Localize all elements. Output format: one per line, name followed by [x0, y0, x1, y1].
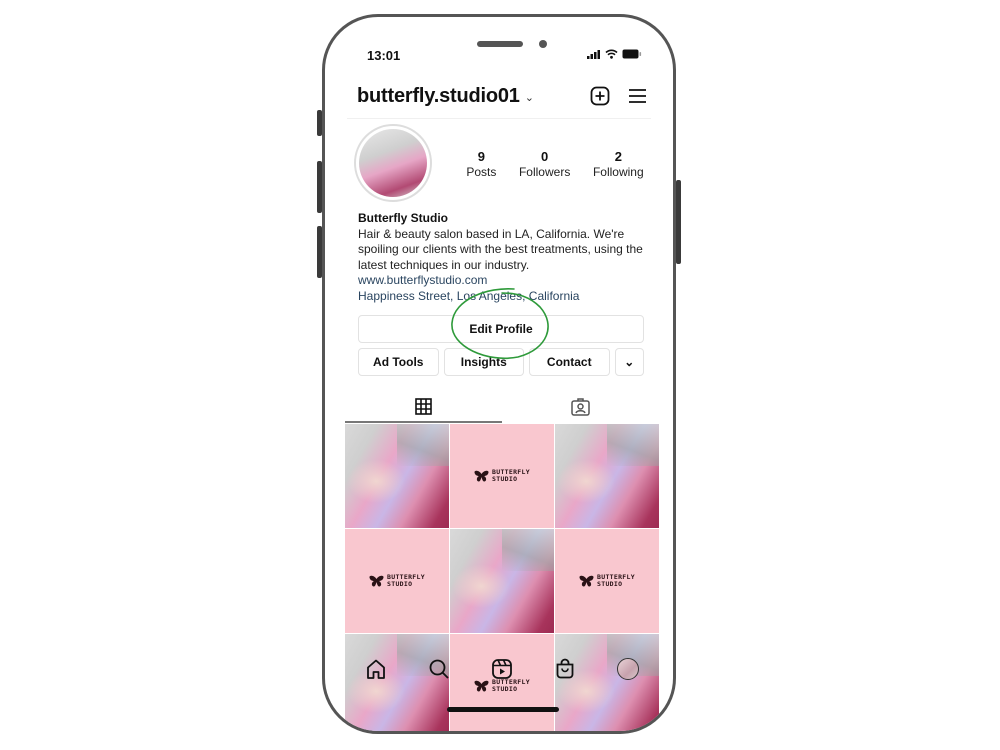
- stat-posts[interactable]: 9 Posts: [466, 149, 496, 179]
- username[interactable]: butterfly.studio01: [357, 85, 520, 108]
- display-name: Butterfly Studio: [358, 211, 448, 225]
- bio-text: Hair & beauty salon based in LA, Califor…: [358, 226, 643, 272]
- post-thumbnail-logo[interactable]: BUTTERFLY STUDIO: [345, 529, 449, 633]
- post-thumbnail-photo[interactable]: [450, 529, 554, 633]
- logo-text: BUTTERFLY STUDIO: [492, 469, 530, 483]
- front-camera: [539, 40, 547, 48]
- logo-line2: STUDIO: [492, 685, 518, 693]
- avatar-image: [359, 129, 427, 197]
- post-grid: BUTTERFLY STUDIO BUTTERFLY STUDIO BUTTERFLY S…: [345, 424, 659, 731]
- header-divider: [347, 118, 651, 119]
- grid-icon: [415, 397, 432, 415]
- ad-tools-button[interactable]: Ad Tools: [358, 348, 439, 376]
- signal-icon: [587, 49, 600, 59]
- butterfly-logo: BUTTERFLY STUDIO: [369, 574, 425, 588]
- search-icon[interactable]: [428, 658, 450, 680]
- stat-label: Posts: [466, 165, 497, 179]
- profile-avatar[interactable]: [354, 124, 432, 202]
- stat-label: Following: [592, 165, 644, 179]
- butterfly-icon: [474, 470, 489, 482]
- status-time: 13:01: [367, 48, 401, 63]
- more-options-chevron-icon[interactable]: ⌄: [614, 348, 644, 376]
- tagged-tab[interactable]: [502, 391, 659, 423]
- logo-text: BUTTERFLY STUDIO: [387, 574, 425, 588]
- butterfly-icon: [369, 575, 384, 587]
- insights-button[interactable]: Insights: [443, 348, 524, 376]
- stat-following[interactable]: 2 Following: [593, 149, 644, 179]
- speaker-grille: [477, 41, 523, 47]
- butterfly-logo: BUTTERFLY STUDIO: [579, 574, 635, 588]
- account-switch-chevron-icon[interactable]: ⌄: [525, 91, 534, 104]
- post-thumbnail-photo[interactable]: [345, 424, 449, 528]
- menu-icon[interactable]: [628, 88, 647, 104]
- grid-tab[interactable]: [345, 391, 502, 423]
- profile-bio: Butterfly Studio Hair & beauty salon bas…: [358, 211, 648, 304]
- post-thumbnail-logo[interactable]: BUTTERFLY STUDIO: [450, 424, 554, 528]
- profile-stats: 9 Posts 0 Followers 2 Following: [455, 149, 655, 179]
- shop-icon[interactable]: [554, 658, 576, 680]
- edit-profile-button[interactable]: Edit Profile: [358, 315, 644, 343]
- tagged-icon: [571, 398, 590, 416]
- profile-avatar-nav[interactable]: [616, 658, 639, 680]
- contact-button[interactable]: Contact: [529, 348, 610, 376]
- power-button: [676, 180, 681, 264]
- stat-value: 2: [614, 149, 622, 164]
- logo-text: BUTTERFLY STUDIO: [597, 574, 635, 588]
- wifi-icon: [605, 49, 618, 59]
- phone-frame: 13:01 butterfly.studio01 ⌄ 9 Posts 0 Fol…: [322, 14, 676, 734]
- location-text[interactable]: Happiness Street, Los Angeles, Californi…: [358, 289, 648, 305]
- butterfly-logo: BUTTERFLY STUDIO: [474, 469, 530, 483]
- stat-followers[interactable]: 0 Followers: [519, 149, 570, 179]
- new-post-icon[interactable]: [590, 86, 610, 106]
- profile-action-row: Ad Tools Insights Contact ⌄: [358, 348, 644, 376]
- bottom-nav: [345, 653, 659, 685]
- logo-line2: STUDIO: [387, 580, 413, 588]
- profile-header: butterfly.studio01 ⌄: [357, 83, 647, 109]
- logo-line2: STUDIO: [492, 475, 518, 483]
- stat-label: Followers: [518, 165, 571, 179]
- profile-tabs: [345, 391, 659, 423]
- battery-icon: [622, 49, 642, 59]
- stat-value: 9: [477, 149, 485, 164]
- reels-icon[interactable]: [491, 658, 513, 680]
- stat-value: 0: [541, 149, 549, 164]
- website-link[interactable]: www.butterflystudio.com: [358, 273, 648, 289]
- home-icon[interactable]: [365, 658, 387, 680]
- butterfly-icon: [579, 575, 594, 587]
- logo-line2: STUDIO: [597, 580, 623, 588]
- post-thumbnail-logo[interactable]: BUTTERFLY STUDIO: [555, 529, 659, 633]
- post-thumbnail-photo[interactable]: [555, 424, 659, 528]
- home-indicator[interactable]: [447, 707, 559, 712]
- status-icons: [587, 49, 642, 59]
